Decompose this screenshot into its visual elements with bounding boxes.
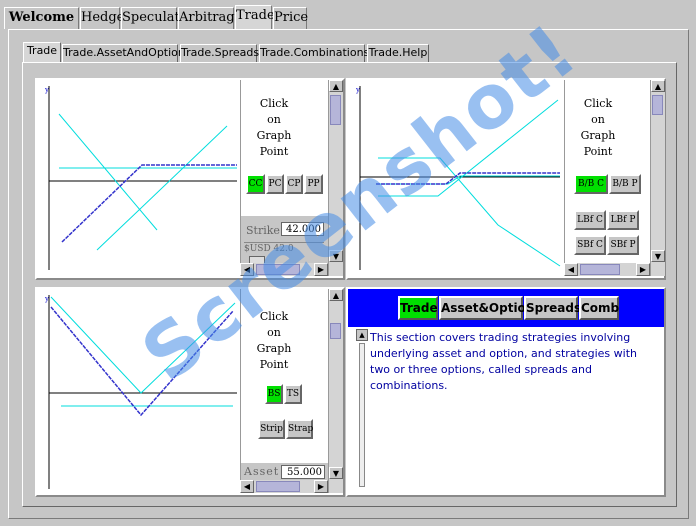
vertical-scrollbar[interactable]: ▲ ▼ [328,80,343,276]
nav-comb-button[interactable]: Comb [579,296,619,320]
svg-text:y: y [355,86,360,94]
scroll-thumb[interactable] [652,95,663,115]
strike-field[interactable]: 42.000 [281,222,324,236]
cp-button[interactable]: CP [285,174,303,194]
vertical-scrollbar[interactable]: ▲ ▼ [650,80,665,276]
click-hint: Click on Graph Point [256,310,292,371]
subtab-trade[interactable]: Trade [23,42,61,63]
long-butterfly-put-button[interactable]: LBf P [607,210,639,230]
payoff-graph[interactable]: y [37,289,240,493]
bull-bear-call-button[interactable]: B/B C [574,174,608,194]
subtab-help[interactable]: Trade.Help [367,44,429,62]
scroll-up-arrow[interactable]: ▲ [329,289,343,301]
short-butterfly-put-button[interactable]: SBf P [607,235,639,255]
svg-text:y: y [44,295,49,303]
panel-bottom-left: y Click on Graph Point BS TS Strip Strap As… [35,287,345,497]
nav-asset-option-button[interactable]: Asset&Option [439,296,534,320]
scroll-up-arrow[interactable]: ▲ [356,329,368,341]
strip-button[interactable]: Strip [258,419,285,439]
scroll-right-arrow[interactable]: ▶ [314,480,328,493]
long-butterfly-call-button[interactable]: LBf C [574,210,606,230]
tab-speculate[interactable]: Speculate [121,7,187,29]
tab-price[interactable]: Price [273,7,308,29]
scroll-left-arrow[interactable]: ◀ [240,263,254,276]
help-scrollbar[interactable]: ▲ [356,329,368,487]
help-text: This section covers trading strategies i… [370,331,637,392]
strategy-controls: Click on Graph Point BS TS Strip Strap Asse… [240,289,329,493]
nav-spreads-button[interactable]: Spreads [524,296,581,320]
payoff-graph[interactable]: y [348,80,564,276]
scroll-down-arrow[interactable]: ▼ [329,467,343,479]
vertical-scrollbar[interactable]: ▲ ▼ [328,289,343,493]
scroll-thumb[interactable] [330,95,341,125]
panel-top-left: y Click on Graph Point CC PC CP PP Strike 4… [35,78,345,280]
scroll-thumb[interactable] [330,323,341,339]
cc-button[interactable]: CC [246,174,265,194]
tab-trade[interactable]: Trade [235,5,275,30]
scroll-left-arrow[interactable]: ◀ [240,480,254,493]
click-hint: Click on Graph Point [256,97,292,158]
svg-text:y: y [44,86,49,94]
strategy-controls: Click on Graph Point B/B C B/B P LBf C LBf … [564,80,651,276]
pc-button[interactable]: PC [266,174,284,194]
strap-button[interactable]: Strap [286,419,313,439]
scroll-up-arrow[interactable]: ▲ [651,80,665,92]
hscroll-thumb[interactable] [256,264,300,275]
tab-arbitrage[interactable]: Arbitrage [178,7,242,29]
click-hint: Click on Graph Point [580,97,616,158]
subtab-asset-and-option[interactable]: Trade.AssetAndOption [62,44,185,62]
strategy-controls: Click on Graph Point CC PC CP PP Strike 42.… [240,80,329,276]
horizontal-scrollbar[interactable]: ◀ ▶ [240,480,328,493]
subtab-combinations[interactable]: Trade.Combinations [259,44,369,62]
scroll-left-arrow[interactable]: ◀ [564,263,578,276]
scroll-track[interactable] [359,343,365,487]
panel-top-right: y Click on Graph Point B/B C B/B P LBf C LB… [346,78,666,280]
scroll-right-arrow[interactable]: ▶ [314,263,328,276]
tab-hedge[interactable]: Hedge [80,7,124,29]
hscroll-thumb[interactable] [256,481,300,492]
strike-label: Strike [246,224,280,237]
scroll-right-arrow[interactable]: ▶ [636,263,650,276]
top-straddle-button[interactable]: TS [284,384,302,404]
horizontal-scrollbar[interactable]: ◀ ▶ [240,263,328,276]
short-butterfly-call-button[interactable]: SBf C [574,235,606,255]
tab-welcome[interactable]: Welcome [4,7,79,29]
scroll-down-arrow[interactable]: ▼ [329,250,343,262]
payoff-graph[interactable]: y [37,80,240,276]
nav-trade-button[interactable]: Trade [398,296,438,320]
hscroll-thumb[interactable] [580,264,620,275]
pp-button[interactable]: PP [304,174,323,194]
scroll-up-arrow[interactable]: ▲ [329,80,343,92]
subtab-spreads[interactable]: Trade.Spreads [180,44,259,62]
bull-bear-put-button[interactable]: B/B P [609,174,641,194]
asset-label: Asset [244,465,280,478]
scroll-down-arrow[interactable]: ▼ [651,250,665,262]
asset-field[interactable]: 55.000 [281,465,325,479]
horizontal-scrollbar[interactable]: ◀ ▶ [564,263,650,276]
price-slider[interactable]: $USD 42.0 [244,242,324,257]
bottom-straddle-button[interactable]: BS [265,384,283,404]
